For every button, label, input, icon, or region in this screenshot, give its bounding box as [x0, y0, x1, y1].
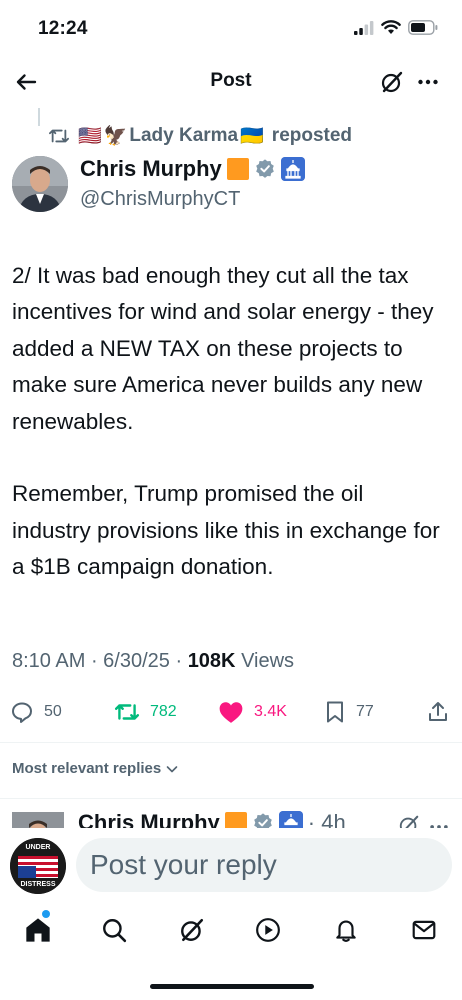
replies-sort-label: Most relevant replies [12, 760, 162, 777]
status-bar: 12:24 [0, 0, 462, 58]
tab-video[interactable] [252, 914, 284, 946]
repost-icon [114, 704, 140, 720]
tweet-date[interactable]: 6/30/25 [103, 650, 170, 673]
composer-avatar[interactable]: UNDER DISTRESS [10, 838, 66, 894]
replies-sort-button[interactable]: Most relevant replies [12, 760, 179, 777]
bookmark-count: 77 [356, 703, 374, 720]
repost-user: 🇺🇸 🦅 Lady Karma 🇺🇦 [78, 124, 264, 148]
reply-icon [12, 702, 32, 723]
repost-suffix: reposted [271, 125, 353, 146]
tab-home[interactable] [22, 914, 54, 946]
views-count: 108K [187, 650, 236, 672]
battery-icon [408, 20, 438, 35]
chevron-down-icon [166, 765, 178, 772]
play-circle-icon [256, 918, 280, 942]
tweet-time[interactable]: 8:10 AM [12, 650, 85, 673]
orange-square-emoji [224, 812, 247, 828]
grok-icon [381, 71, 403, 93]
us-flag-emoji: 🇺🇸 [78, 126, 102, 147]
reply-time: · 4h [307, 810, 346, 828]
tab-search[interactable] [98, 914, 130, 946]
share-icon [429, 702, 447, 721]
search-icon [103, 919, 127, 943]
reply-author-row: Chris Murphy · 4h [78, 810, 346, 828]
tweet-meta: 8:10 AM · 6/30/25 · 108K Views [12, 650, 294, 673]
home-indicator [150, 984, 314, 989]
reply-input[interactable]: Post your reply [76, 838, 452, 892]
meta-separator: · [169, 650, 188, 672]
post-header: Post [0, 58, 462, 106]
reply-button[interactable]: 50 [10, 696, 62, 728]
grok-icon[interactable] [398, 814, 420, 828]
like-count: 3.4K [254, 703, 287, 720]
tweet-text: 2/ It was bad enough they cut all the ta… [12, 263, 440, 580]
thread-line [38, 108, 40, 126]
heart-icon [219, 702, 243, 723]
bookmark-button[interactable]: 77 [324, 696, 374, 728]
repost-user-name: Lady Karma [129, 125, 239, 146]
reply-avatar-photo [12, 812, 64, 828]
reply-composer: UNDER DISTRESS Post your reply [0, 828, 462, 896]
orange-square-emoji [226, 158, 249, 180]
more-options-button[interactable] [412, 66, 444, 98]
notification-dot [42, 910, 50, 918]
avatar-photo [12, 156, 68, 212]
status-time: 12:24 [38, 18, 88, 39]
verified-badge-icon [255, 159, 274, 178]
ukraine-flag-emoji: 🇺🇦 [240, 126, 264, 147]
tab-grok[interactable] [176, 914, 208, 946]
reply-author-name: Chris Murphy [78, 810, 220, 828]
bell-icon [336, 920, 356, 942]
more-icon[interactable] [428, 816, 450, 828]
reply-count: 50 [44, 703, 62, 720]
views-label: Views [241, 650, 295, 672]
divider [0, 798, 462, 799]
bookmark-icon [327, 701, 343, 723]
bottom-tab-bar [0, 900, 462, 960]
author-name: Chris Murphy [80, 156, 222, 181]
tab-messages[interactable] [408, 914, 440, 946]
meta-separator: · [85, 650, 104, 672]
verified-badge-icon [253, 813, 272, 828]
mail-icon [412, 920, 436, 940]
author-avatar[interactable] [12, 156, 68, 212]
eagle-emoji: 🦅 [103, 126, 128, 147]
grok-icon [181, 918, 204, 942]
action-bar: 50 782 3.4K 77 [0, 696, 462, 732]
like-button[interactable]: 3.4K [218, 696, 287, 728]
status-icons [354, 20, 438, 35]
more-icon [418, 79, 438, 85]
repost-count: 782 [150, 703, 177, 720]
capitol-affiliation-icon [278, 811, 303, 828]
divider [0, 742, 462, 743]
grok-button[interactable] [376, 66, 408, 98]
signal-icon [354, 20, 374, 35]
repost-context[interactable]: 🇺🇸 🦅 Lady Karma 🇺🇦 reposted [48, 122, 352, 150]
tab-notifications[interactable] [330, 914, 362, 946]
wifi-icon [381, 20, 401, 34]
logo-text-top: UNDER [25, 844, 51, 851]
share-button[interactable] [426, 696, 450, 728]
repost-button[interactable]: 782 [114, 696, 177, 728]
home-icon [26, 918, 50, 942]
author-handle[interactable]: @ChrisMurphyCT [80, 188, 240, 211]
capitol-affiliation-icon [280, 157, 305, 181]
author-name-row[interactable]: Chris Murphy [80, 156, 305, 182]
reply-avatar[interactable] [12, 812, 64, 828]
reply-item[interactable]: Chris Murphy · 4h [0, 800, 462, 828]
repost-icon [49, 129, 69, 143]
logo-text-bottom: DISTRESS [20, 881, 56, 888]
